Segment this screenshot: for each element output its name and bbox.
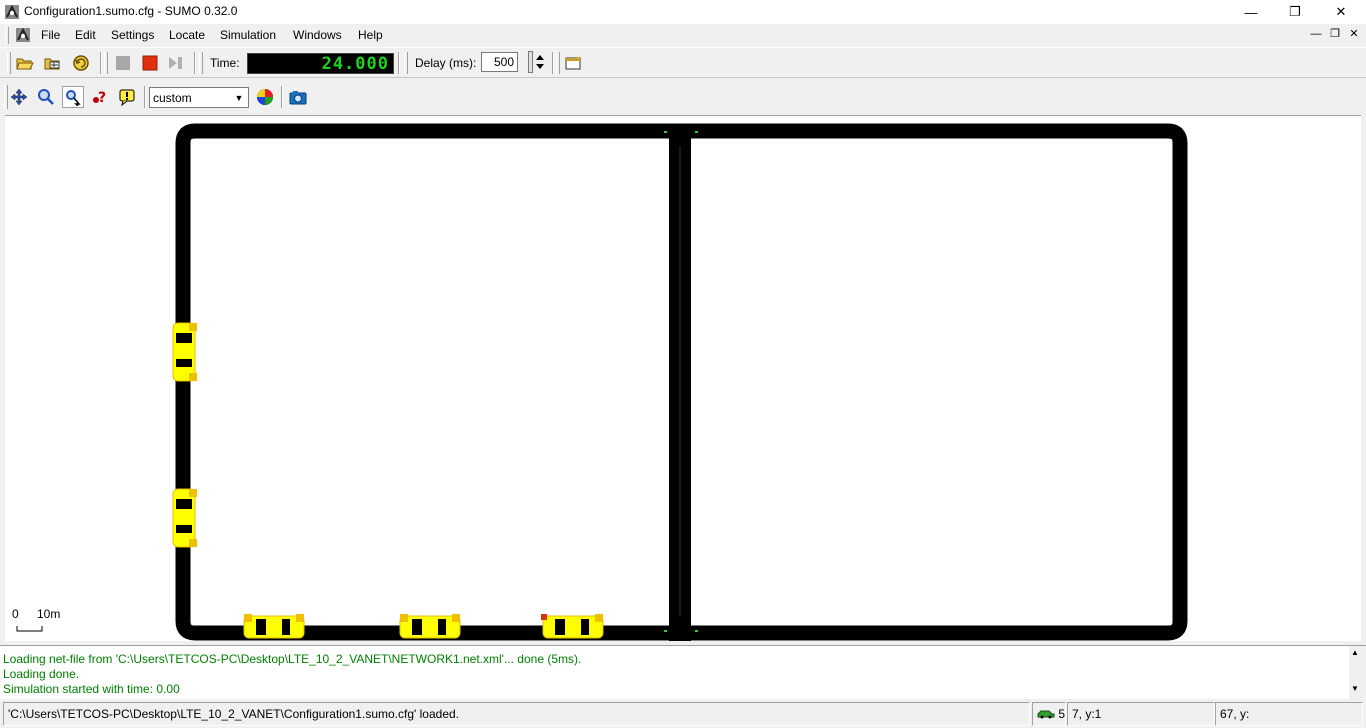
scale-label: 10m bbox=[37, 607, 61, 621]
new-view-icon[interactable] bbox=[562, 52, 584, 74]
maximize-button[interactable]: ❐ bbox=[1272, 0, 1318, 24]
scroll-up-icon[interactable]: ▲ bbox=[1351, 648, 1359, 657]
toolbar-separator bbox=[100, 52, 102, 74]
junction-marker bbox=[695, 630, 698, 632]
log-scrollbar[interactable]: ▲ ▼ bbox=[1349, 646, 1366, 700]
close-button[interactable]: ✕ bbox=[1318, 0, 1364, 24]
message-log[interactable]: Loading net-file from 'C:\Users\TETCOS-P… bbox=[0, 645, 1366, 700]
svg-text:?: ? bbox=[98, 90, 106, 106]
junction-marker bbox=[664, 131, 667, 133]
time-label: Time: bbox=[210, 56, 240, 70]
toolbar-separator bbox=[194, 52, 196, 74]
toolbar-grip[interactable] bbox=[556, 52, 560, 74]
locate-icon[interactable] bbox=[62, 86, 84, 108]
color-scheme-value: custom bbox=[153, 91, 192, 105]
log-line: Loading done. bbox=[3, 667, 80, 681]
open-network-icon[interactable] bbox=[42, 52, 64, 74]
simulation-toolbar: Time: 24.000 Delay (ms): bbox=[0, 47, 1366, 78]
menu-windows[interactable]: Windows bbox=[293, 28, 342, 42]
status-message: 'C:\Users\TETCOS-PC\Desktop\LTE_10_2_VAN… bbox=[3, 702, 1030, 726]
log-line: Simulation started with time: 0.00 bbox=[3, 682, 180, 696]
tooltip-icon[interactable] bbox=[116, 86, 138, 108]
color-scheme-select[interactable]: custom ▼ bbox=[149, 87, 249, 108]
toolbar-grip[interactable] bbox=[7, 52, 11, 74]
recenter-icon[interactable] bbox=[8, 86, 30, 108]
minimize-button[interactable]: — bbox=[1228, 0, 1274, 24]
scale-zero-label: 0 bbox=[12, 607, 19, 621]
zoom-icon[interactable] bbox=[35, 86, 57, 108]
toolbar-separator bbox=[281, 86, 283, 108]
scale-bar bbox=[16, 626, 43, 632]
query-icon[interactable]: ? bbox=[89, 86, 111, 108]
menu-file[interactable]: File bbox=[41, 28, 60, 42]
mdi-close-button[interactable]: ✕ bbox=[1347, 27, 1361, 41]
vehicle[interactable] bbox=[541, 614, 604, 639]
menu-grip[interactable] bbox=[5, 27, 9, 44]
menu-simulation[interactable]: Simulation bbox=[220, 28, 276, 42]
car-icon bbox=[1037, 704, 1055, 725]
toolbar-separator bbox=[398, 52, 400, 74]
menu-edit[interactable]: Edit bbox=[75, 28, 96, 42]
mdi-app-icon bbox=[15, 27, 31, 43]
reload-icon[interactable] bbox=[70, 52, 92, 74]
menu-settings[interactable]: Settings bbox=[111, 28, 154, 42]
step-icon[interactable] bbox=[165, 52, 187, 74]
scroll-down-icon[interactable]: ▼ bbox=[1351, 684, 1359, 693]
stop-icon[interactable] bbox=[139, 52, 161, 74]
chevron-down-icon[interactable]: ▼ bbox=[231, 89, 247, 106]
menu-locate[interactable]: Locate bbox=[169, 28, 205, 42]
status-bar: 'C:\Users\TETCOS-PC\Desktop\LTE_10_2_VAN… bbox=[0, 700, 1366, 728]
time-display: 24.000 bbox=[247, 53, 394, 74]
vehicle[interactable] bbox=[399, 614, 461, 639]
mdi-restore-button[interactable]: ❐ bbox=[1328, 27, 1342, 41]
menu-help[interactable]: Help bbox=[358, 28, 383, 42]
status-coords-1: 7, y:1 bbox=[1067, 702, 1215, 726]
toolbar-grip[interactable] bbox=[404, 52, 408, 74]
open-simulation-icon[interactable] bbox=[14, 52, 36, 74]
toolbar-separator bbox=[552, 52, 554, 74]
sumo-app-icon bbox=[4, 4, 20, 20]
simulation-canvas[interactable]: 0 10m bbox=[5, 115, 1361, 641]
delay-label: Delay (ms): bbox=[415, 56, 477, 70]
menu-bar: File Edit Settings Locate Simulation Win… bbox=[0, 24, 1366, 47]
junction-marker bbox=[695, 131, 698, 133]
delay-slider[interactable] bbox=[528, 51, 533, 73]
delay-spinner[interactable] bbox=[534, 51, 546, 73]
status-coords-2: 67, y: bbox=[1215, 702, 1363, 726]
start-icon[interactable] bbox=[112, 52, 134, 74]
title-bar: Configuration1.sumo.cfg - SUMO 0.32.0 — … bbox=[0, 0, 1366, 24]
toolbar-grip[interactable] bbox=[104, 52, 108, 74]
vehicle-count: 5 bbox=[1032, 702, 1066, 726]
log-line: Loading net-file from 'C:\Users\TETCOS-P… bbox=[3, 652, 582, 666]
vehicle[interactable] bbox=[172, 488, 197, 548]
vehicle-count-value: 5 bbox=[1058, 707, 1066, 721]
road-network bbox=[16, 123, 1188, 641]
delay-input[interactable] bbox=[481, 52, 518, 72]
mdi-minimize-button[interactable]: — bbox=[1309, 27, 1323, 41]
color-wheel-icon[interactable] bbox=[254, 86, 276, 108]
vehicle[interactable] bbox=[172, 322, 197, 382]
vehicle[interactable] bbox=[243, 614, 305, 639]
screenshot-icon[interactable] bbox=[287, 86, 309, 108]
window-title: Configuration1.sumo.cfg - SUMO 0.32.0 bbox=[24, 4, 238, 18]
junction-marker bbox=[664, 630, 667, 632]
toolbar-grip[interactable] bbox=[199, 52, 203, 74]
toolbar-separator bbox=[144, 86, 146, 108]
